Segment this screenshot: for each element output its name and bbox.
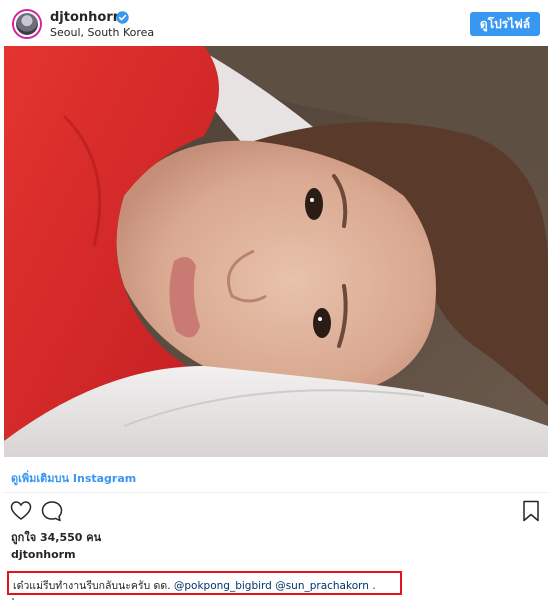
instagram-embed-card: djtonhorm Seoul, South Korea ดูโปรไฟล์ ด…: [4, 0, 548, 604]
verified-badge-icon: [116, 11, 129, 24]
mention-link[interactable]: @pokpong_bigbird: [174, 580, 272, 592]
divider-dot: [12, 598, 14, 600]
mention-link[interactable]: @sun_prachakorn: [275, 580, 369, 592]
comment-icon[interactable]: [40, 500, 64, 522]
avatar-image: [16, 13, 38, 35]
selfie-photo-image: [4, 46, 548, 457]
username[interactable]: djtonhorm: [50, 10, 126, 25]
likes-count[interactable]: ถูกใจ 34,550 คน: [11, 528, 101, 546]
view-more-link[interactable]: ดูเพิ่มเติมบน Instagram: [11, 469, 136, 487]
heart-icon[interactable]: [10, 500, 32, 522]
view-more-row: ดูเพิ่มเติมบน Instagram: [4, 457, 548, 493]
post-header: djtonhorm Seoul, South Korea ดูโปรไฟล์: [4, 0, 548, 46]
avatar[interactable]: [12, 9, 42, 39]
caption-text: เด๋วแม่รีบทำงานรีบกลับนะครับ ดด.: [13, 580, 174, 592]
caption: เด๋วแม่รีบทำงานรีบกลับนะครับ ดด. @pokpon…: [13, 577, 376, 594]
location[interactable]: Seoul, South Korea: [50, 26, 154, 39]
bookmark-icon[interactable]: [522, 500, 540, 522]
caption-end: .: [368, 580, 376, 592]
view-profile-button[interactable]: ดูโปรไฟล์: [470, 12, 540, 36]
post-owner-username[interactable]: djtonhorm: [11, 548, 76, 561]
caption-highlight-box: เด๋วแม่รีบทำงานรีบกลับนะครับ ดด. @pokpon…: [7, 571, 402, 595]
post-photo[interactable]: [4, 46, 548, 457]
